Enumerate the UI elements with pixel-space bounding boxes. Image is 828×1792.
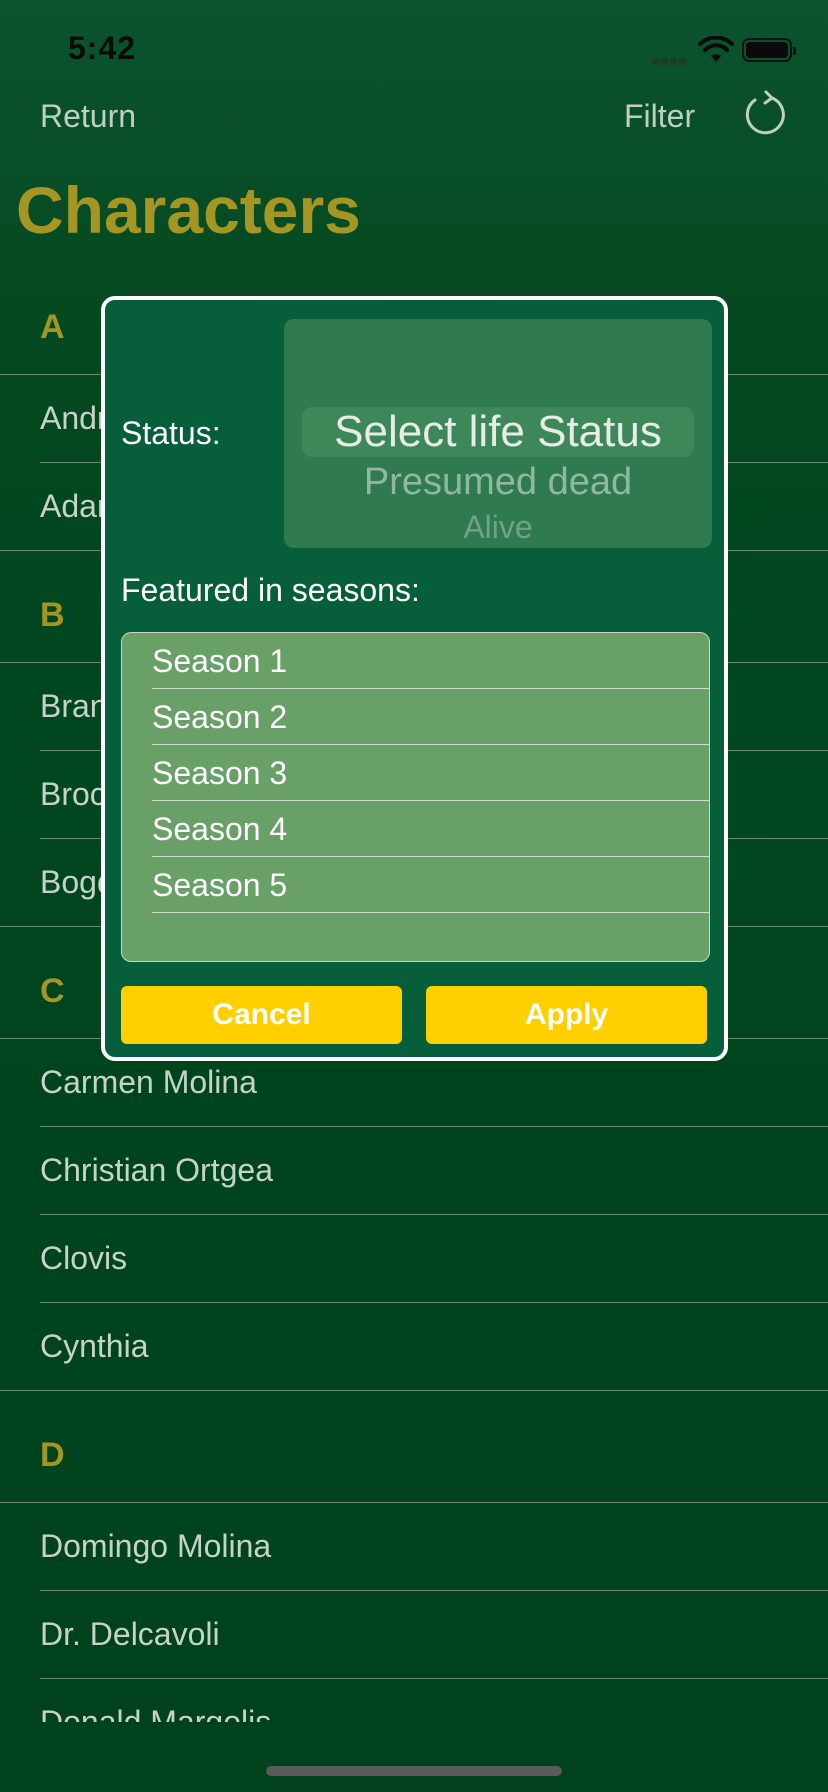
season-label: Season 3 [152,755,288,791]
section-header-c: C [40,972,65,1010]
filter-modal: Status: Select life Status Presumed dead… [101,296,728,1061]
list-item[interactable]: Carmen Molina [40,1064,257,1101]
list-item[interactable]: Cynthia [40,1328,149,1365]
apply-button[interactable]: Apply [426,986,707,1044]
season-row-4[interactable]: Season 4 [152,801,709,857]
season-row-5[interactable]: Season 5 [152,857,709,913]
list-item[interactable]: Christian Ortgea [40,1152,273,1189]
season-row-1[interactable]: Season 1 [152,633,709,689]
list-item[interactable]: Clovis [40,1240,127,1277]
picker-option[interactable]: Presumed dead [284,461,712,504]
section-header-b: B [40,596,65,634]
divider [152,912,709,913]
divider [40,1302,828,1303]
season-row-2[interactable]: Season 2 [152,689,709,745]
season-label: Season 5 [152,867,288,903]
list-item[interactable]: Donald Margolis [40,1704,271,1722]
cancel-button[interactable]: Cancel [121,986,402,1044]
section-header-a: A [40,308,65,346]
divider [40,1126,828,1127]
section-header-d: D [40,1436,65,1474]
seasons-list[interactable]: Season 1 Season 2 Season 3 Season 4 Seas… [121,632,710,962]
seasons-label: Featured in seasons: [121,572,420,608]
divider [40,1214,828,1215]
status-label: Status: [121,415,221,451]
picker-option[interactable]: Alive [284,509,712,546]
divider [40,1590,828,1591]
season-label: Season 4 [152,811,288,847]
season-label: Season 1 [152,643,288,679]
home-indicator[interactable] [266,1766,562,1776]
picker-option-selected[interactable]: Select life Status [284,407,712,457]
season-row-3[interactable]: Season 3 [152,745,709,801]
season-label: Season 2 [152,699,288,735]
divider [40,1678,828,1679]
list-item[interactable]: Domingo Molina [40,1528,271,1565]
life-status-picker[interactable]: Select life Status Presumed dead Alive [284,319,712,548]
divider [0,1502,828,1503]
list-item[interactable]: Dr. Delcavoli [40,1616,220,1653]
divider [0,1390,828,1391]
